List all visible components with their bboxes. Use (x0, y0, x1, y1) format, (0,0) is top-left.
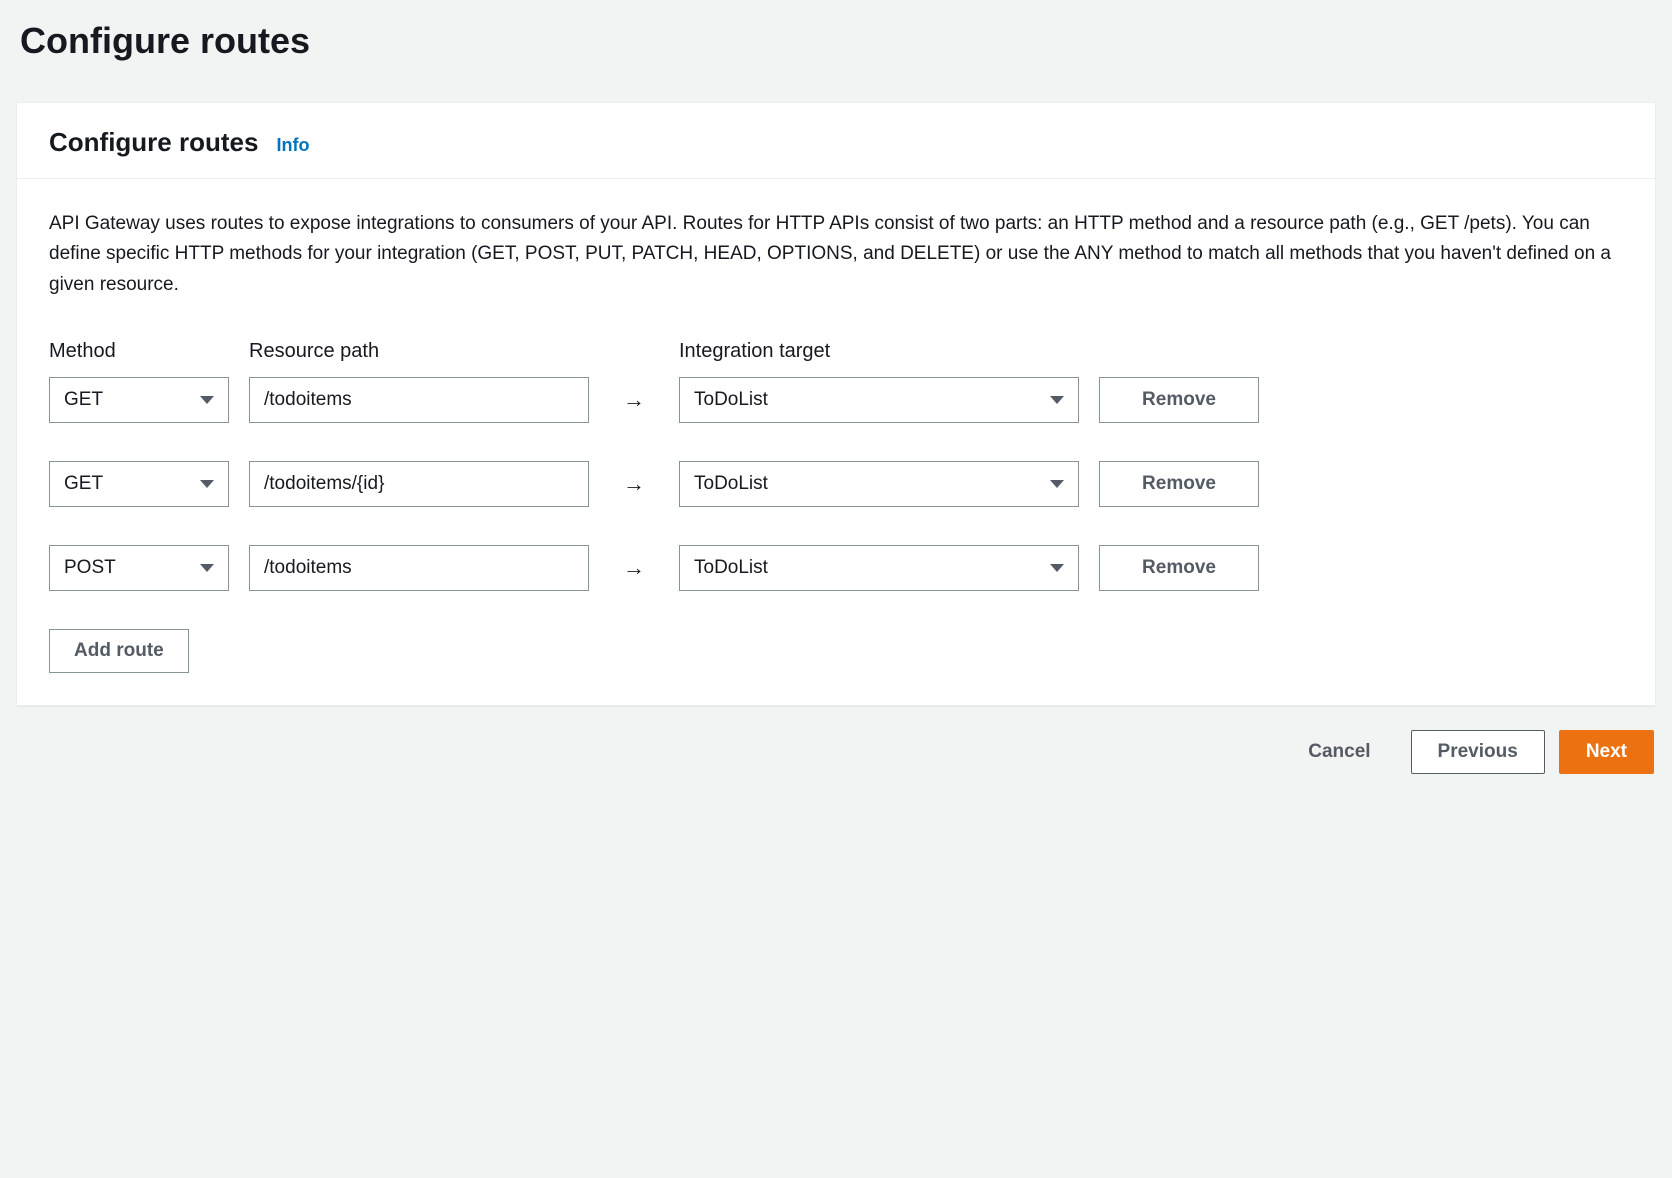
target-value: ToDoList (680, 389, 1078, 411)
chevron-down-icon (200, 564, 214, 572)
integration-target-select[interactable]: ToDoList (679, 545, 1079, 591)
arrow-icon: → (609, 471, 659, 497)
resource-path-input[interactable] (249, 545, 589, 591)
resource-path-field[interactable] (250, 546, 588, 590)
card-header: Configure routes Info (17, 103, 1655, 179)
chevron-down-icon (1050, 564, 1064, 572)
chevron-down-icon (200, 480, 214, 488)
wizard-actions: Cancel Previous Next (16, 730, 1656, 774)
target-value: ToDoList (680, 473, 1078, 495)
card-title: Configure routes (49, 127, 258, 158)
chevron-down-icon (1050, 480, 1064, 488)
route-row: POST → ToDoList Remove (49, 545, 1623, 591)
page-title: Configure routes (16, 20, 1656, 62)
chevron-down-icon (1050, 396, 1064, 404)
resource-path-field[interactable] (250, 462, 588, 506)
integration-target-select[interactable]: ToDoList (679, 461, 1079, 507)
arrow-icon: → (609, 387, 659, 413)
method-select[interactable]: POST (49, 545, 229, 591)
info-link[interactable]: Info (276, 135, 309, 156)
resource-path-field[interactable] (250, 378, 588, 422)
column-path-label: Resource path (249, 340, 589, 363)
next-button[interactable]: Next (1559, 730, 1654, 774)
remove-button[interactable]: Remove (1099, 377, 1259, 423)
previous-button[interactable]: Previous (1411, 730, 1545, 774)
card-body: API Gateway uses routes to expose integr… (17, 179, 1655, 705)
integration-target-select[interactable]: ToDoList (679, 377, 1079, 423)
columns-header: Method Resource path Integration target (49, 340, 1623, 363)
column-method-label: Method (49, 340, 229, 363)
configure-routes-card: Configure routes Info API Gateway uses r… (16, 102, 1656, 706)
method-select[interactable]: GET (49, 377, 229, 423)
resource-path-input[interactable] (249, 377, 589, 423)
add-route-button[interactable]: Add route (49, 629, 189, 673)
target-value: ToDoList (680, 557, 1078, 579)
arrow-icon: → (609, 555, 659, 581)
chevron-down-icon (200, 396, 214, 404)
resource-path-input[interactable] (249, 461, 589, 507)
method-select[interactable]: GET (49, 461, 229, 507)
column-target-label: Integration target (679, 340, 1079, 363)
route-row: GET → ToDoList Remove (49, 461, 1623, 507)
remove-button[interactable]: Remove (1099, 545, 1259, 591)
remove-button[interactable]: Remove (1099, 461, 1259, 507)
cancel-button[interactable]: Cancel (1282, 731, 1396, 773)
route-row: GET → ToDoList Remove (49, 377, 1623, 423)
card-description: API Gateway uses routes to expose integr… (49, 209, 1623, 300)
